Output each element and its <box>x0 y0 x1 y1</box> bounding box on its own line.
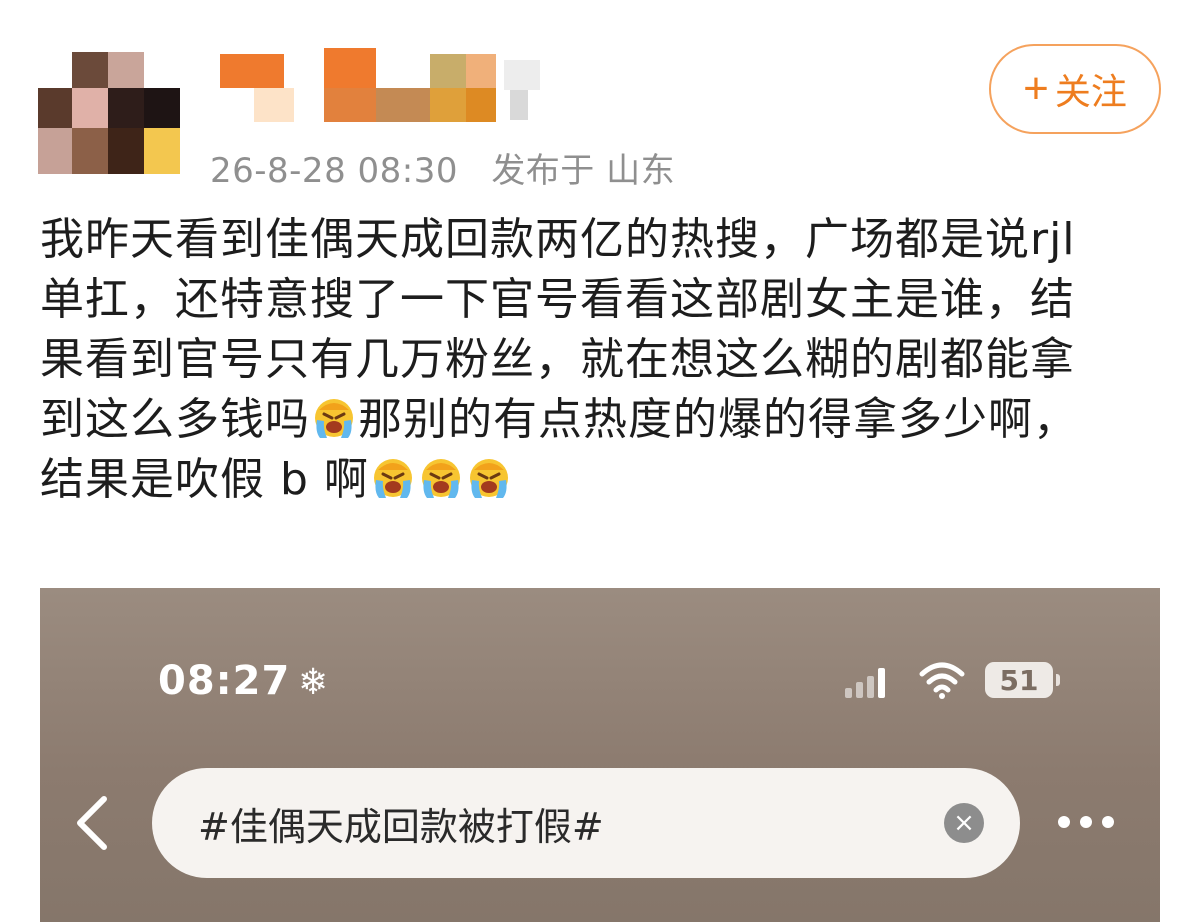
back-chevron-icon[interactable] <box>68 793 116 853</box>
username[interactable] <box>214 48 559 124</box>
follow-button[interactable]: + 关注 <box>989 44 1161 134</box>
snowflake-icon: ❄ <box>298 662 329 703</box>
crying-face-icon <box>370 454 416 500</box>
crying-face-icon <box>311 394 357 440</box>
post-content: 我昨天看到佳偶天成回款两亿的热搜，广场都是说rjl 单扛，还特意搜了一下官号看看… <box>40 210 1165 510</box>
post-meta: 26-8-28 08:30 发布于 山东 <box>210 143 675 192</box>
post-image[interactable]: 08:27 ❄ 51 #佳偶天成回款被打假# × <box>40 588 1160 922</box>
status-clock: 08:27 <box>158 658 291 704</box>
search-query: #佳偶天成回款被打假# <box>198 804 604 849</box>
post-line: 结果是吹假 b 啊 <box>40 450 1165 510</box>
follow-label: 关注 <box>1054 71 1127 112</box>
post-location: 发布于 山东 <box>491 151 676 191</box>
post-text-segment: 到这么多钱吗 <box>40 394 310 445</box>
plus-icon: + <box>1023 64 1049 113</box>
search-input[interactable]: #佳偶天成回款被打假# × <box>152 768 1020 878</box>
post-timestamp: 26-8-28 08:30 <box>210 151 458 191</box>
status-bar: 08:27 ❄ 51 <box>40 588 1160 778</box>
post-line: 果看到官号只有几万粉丝，就在想这么糊的剧都能拿 <box>40 334 1075 385</box>
post-line: 我昨天看到佳偶天成回款两亿的热搜，广场都是说rjl <box>40 214 1076 265</box>
post-text-segment: 那别的有点热度的爆的得拿多少啊， <box>358 394 1078 445</box>
clear-icon[interactable]: × <box>944 803 984 843</box>
battery-icon: 51 <box>985 662 1060 698</box>
battery-level: 51 <box>999 663 1039 697</box>
wifi-icon <box>919 662 965 699</box>
crying-face-icon <box>466 454 512 500</box>
signal-icon <box>845 664 895 698</box>
post-line: 单扛，还特意搜了一下官号看看这部剧女主是谁，结 <box>40 274 1075 325</box>
more-options-icon[interactable] <box>1058 810 1128 834</box>
crying-face-icon <box>418 454 464 500</box>
post-text-segment: 结果是吹假 b 啊 <box>40 454 369 505</box>
avatar[interactable] <box>38 52 180 174</box>
post-line: 到这么多钱吗 那别的有点热度的爆的得拿多少啊， <box>40 390 1165 450</box>
